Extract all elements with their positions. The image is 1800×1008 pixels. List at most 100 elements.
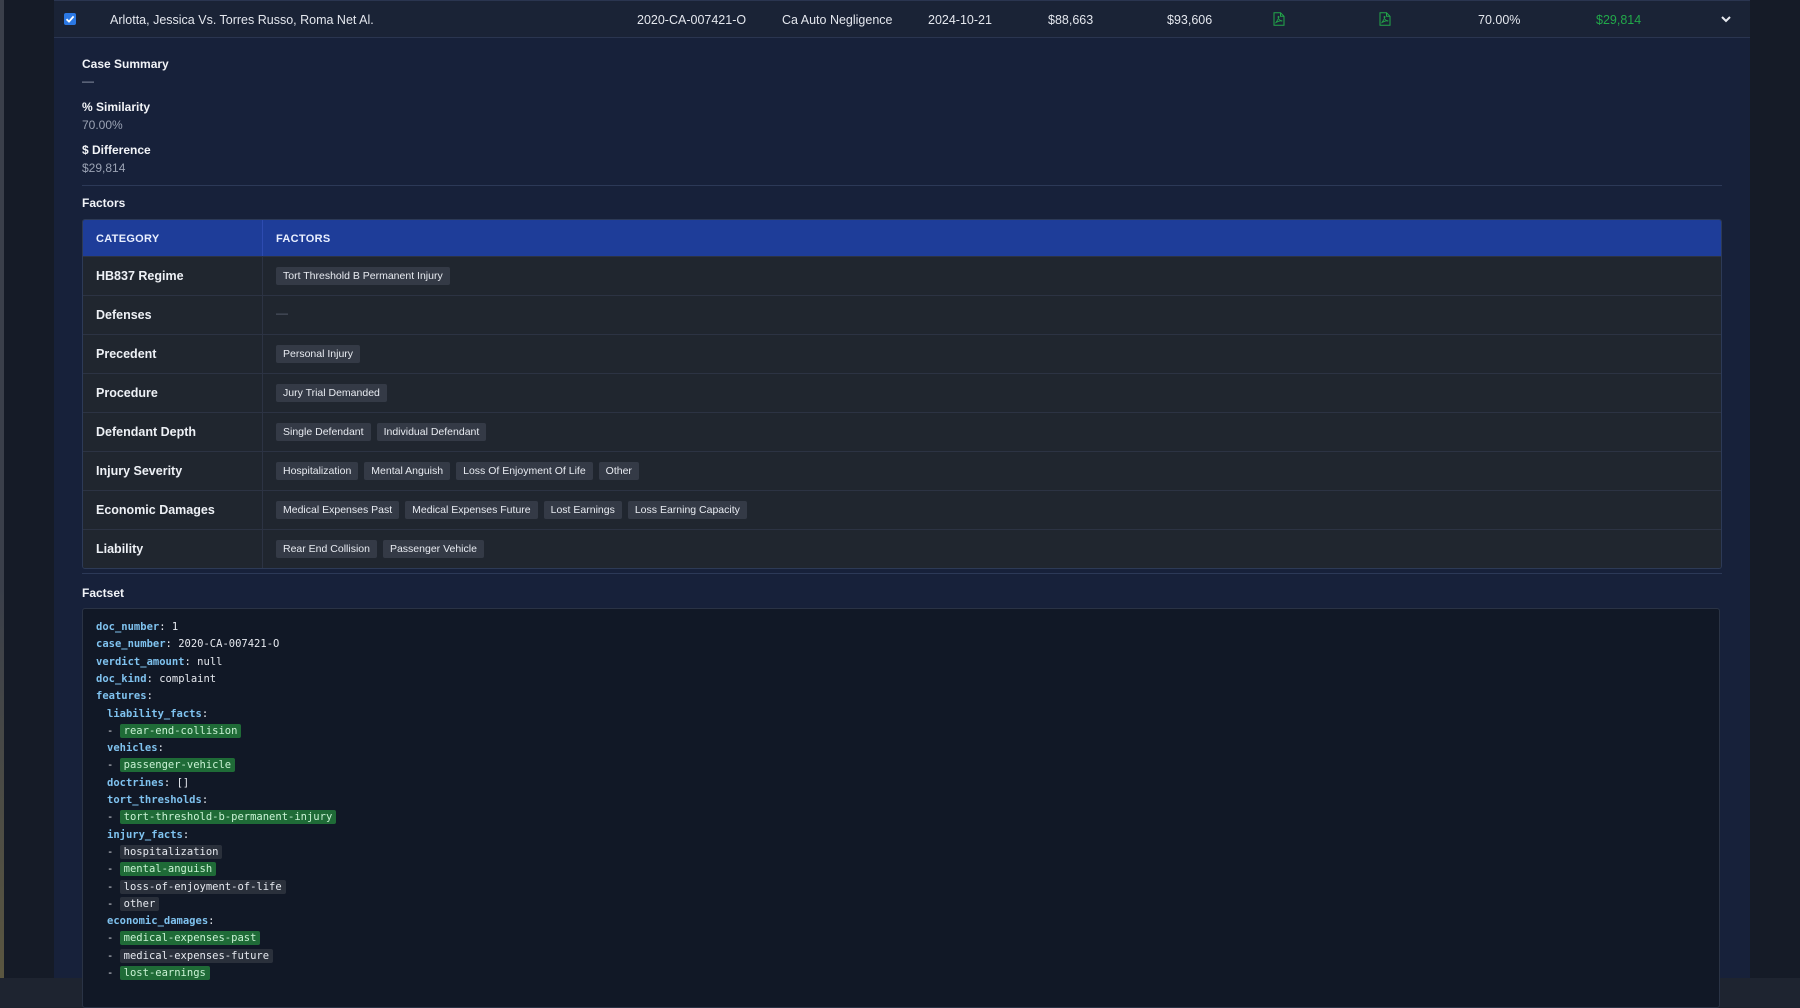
factset-value: [] bbox=[176, 776, 190, 789]
factor-category: Precedent bbox=[96, 347, 157, 361]
factor-row: HB837 Regime Tort Threshold B Permanent I… bbox=[83, 256, 1721, 295]
factset-line: tort_thresholds: bbox=[107, 794, 209, 806]
factor-tags: Hospitalization Mental Anguish Loss Of Enj… bbox=[276, 462, 639, 480]
factset-line: - lost-earnings bbox=[107, 966, 210, 980]
factor-row: Procedure Jury Trial Demanded bbox=[83, 373, 1721, 412]
case-summary-value: — bbox=[82, 74, 94, 88]
factset-item-matched: passenger-vehicle bbox=[119, 758, 236, 773]
checkmark-icon bbox=[65, 15, 75, 23]
similarity-cell: 70.00% bbox=[1478, 13, 1521, 27]
factor-tag: Jury Trial Demanded bbox=[276, 384, 387, 402]
factor-tag: Hospitalization bbox=[276, 462, 359, 480]
column-header-category: CATEGORY bbox=[96, 233, 160, 245]
factor-row: Injury Severity Hospitalization Mental Ang… bbox=[83, 451, 1721, 490]
factset-line: doctrines: [] bbox=[107, 776, 190, 789]
factset-line: vehicles: bbox=[107, 742, 164, 755]
pdf-icon[interactable] bbox=[1273, 12, 1285, 26]
factset-line: - medical-expenses-future bbox=[107, 948, 274, 963]
factor-tags: Medical Expenses Past Medical Expenses Fu… bbox=[276, 501, 747, 519]
factor-row: Defenses — bbox=[83, 295, 1721, 334]
factset-value: complaint bbox=[159, 672, 217, 685]
factor-tags: Rear End Collision Passenger Vehicle bbox=[276, 540, 484, 558]
factset-key: tort_thresholds bbox=[107, 794, 202, 806]
factset-key: verdict_amount bbox=[96, 655, 185, 668]
factor-tag: Medical Expenses Future bbox=[405, 501, 538, 519]
factset-line: - other bbox=[107, 896, 160, 911]
case-row[interactable]: Arlotta, Jessica Vs. Torres Russo, Roma … bbox=[54, 0, 1750, 38]
factor-category: Defendant Depth bbox=[96, 425, 196, 439]
factor-category: Injury Severity bbox=[96, 464, 183, 478]
factor-tag: Loss Earning Capacity bbox=[627, 501, 747, 519]
row-checkbox[interactable] bbox=[64, 13, 76, 25]
factset-item-matched: rear-end-collision bbox=[119, 723, 242, 738]
chevron-down-icon[interactable] bbox=[1720, 13, 1732, 28]
case-date: 2024-10-21 bbox=[928, 13, 992, 27]
difference-label: $ Difference bbox=[82, 143, 151, 157]
factset-item: loss-of-enjoyment-of-life bbox=[119, 879, 286, 894]
factset-line: case_number: 2020-CA-007421-O bbox=[96, 638, 280, 651]
factor-tag: Passenger Vehicle bbox=[382, 540, 484, 558]
factor-tag: Other bbox=[598, 462, 639, 480]
factset-key: vehicles bbox=[107, 742, 158, 755]
factset-line: liability_facts: bbox=[107, 707, 209, 720]
factset-value: null bbox=[197, 655, 223, 668]
difference-summary: $ Difference $29,814 bbox=[82, 143, 151, 175]
factor-tag: Medical Expenses Past bbox=[276, 501, 400, 519]
factset-value: 2020-CA-007421-O bbox=[178, 638, 280, 651]
factset-line: - rear-end-collision bbox=[107, 723, 242, 738]
factset-line: doc_number: 1 bbox=[96, 621, 179, 633]
factors-heading: Factors bbox=[82, 196, 126, 210]
pdf-icon[interactable] bbox=[1379, 12, 1391, 26]
factor-tags: Tort Threshold B Permanent Injury bbox=[276, 267, 450, 285]
factset-heading: Factset bbox=[82, 586, 125, 600]
factset-line: - tort-threshold-b-permanent-injury bbox=[107, 810, 337, 825]
factset-key: injury_facts bbox=[107, 828, 183, 841]
factset-key: doc_number bbox=[96, 621, 160, 633]
factset-key: doctrines bbox=[107, 776, 164, 789]
factset-key: liability_facts bbox=[107, 707, 202, 720]
factset-value: 1 bbox=[171, 621, 179, 633]
factor-row: Economic Damages Medical Expenses Past Med… bbox=[83, 490, 1721, 529]
factset-item-matched: mental-anguish bbox=[119, 862, 217, 877]
factor-tag: Personal Injury bbox=[276, 345, 361, 363]
factor-tags: — bbox=[276, 306, 288, 320]
factset-item: hospitalization bbox=[119, 844, 223, 859]
factset-key: doc_kind bbox=[96, 672, 147, 685]
amount-one: $88,663 bbox=[1048, 13, 1094, 27]
factor-tags: Jury Trial Demanded bbox=[276, 384, 387, 402]
factset-line: - loss-of-enjoyment-of-life bbox=[107, 879, 286, 894]
factor-row: Liability Rear End Collision Passenger Veh… bbox=[83, 529, 1721, 568]
factset-item-matched: medical-expenses-past bbox=[119, 931, 261, 946]
factor-tags: Single Defendant Individual Defendant bbox=[276, 423, 487, 441]
case-summary-label: Case Summary bbox=[82, 57, 169, 71]
factset-item: other bbox=[119, 896, 160, 911]
factor-tag: Rear End Collision bbox=[276, 540, 377, 558]
factset-line: doc_kind: complaint bbox=[96, 672, 217, 685]
case-type: Ca Auto Negligence bbox=[782, 13, 893, 27]
factset-line: features: bbox=[96, 690, 153, 703]
similarity-value: 70.00% bbox=[82, 118, 123, 132]
factset-line: - mental-anguish bbox=[107, 862, 217, 877]
section-divider bbox=[82, 185, 1722, 186]
similarity-label: % Similarity bbox=[82, 100, 151, 114]
difference-cell: $29,814 bbox=[1596, 13, 1642, 27]
factor-row: Defendant Depth Single Defendant Individua… bbox=[83, 412, 1721, 451]
factor-category: Procedure bbox=[96, 386, 158, 400]
factor-tags: Personal Injury bbox=[276, 345, 361, 363]
factor-tag: Individual Defendant bbox=[376, 423, 487, 441]
factor-category: HB837 Regime bbox=[96, 269, 184, 283]
factset-line: verdict_amount: null bbox=[96, 655, 223, 668]
factor-category: Liability bbox=[96, 542, 144, 556]
factor-tag: Lost Earnings bbox=[543, 501, 622, 519]
column-header-factors: FACTORS bbox=[276, 233, 331, 245]
factor-category: Defenses bbox=[96, 308, 152, 322]
factset-key: case_number bbox=[96, 638, 166, 651]
factset-line: economic_damages: bbox=[107, 915, 215, 928]
empty-value: — bbox=[276, 306, 288, 320]
factor-tag: Tort Threshold B Permanent Injury bbox=[276, 267, 450, 285]
factset-key: economic_damages bbox=[107, 915, 209, 928]
factset-line: - passenger-vehicle bbox=[107, 758, 236, 773]
case-title[interactable]: Arlotta, Jessica Vs. Torres Russo, Roma … bbox=[110, 13, 374, 27]
case-summary: Case Summary — bbox=[82, 57, 169, 88]
amount-two: $93,606 bbox=[1167, 13, 1213, 27]
